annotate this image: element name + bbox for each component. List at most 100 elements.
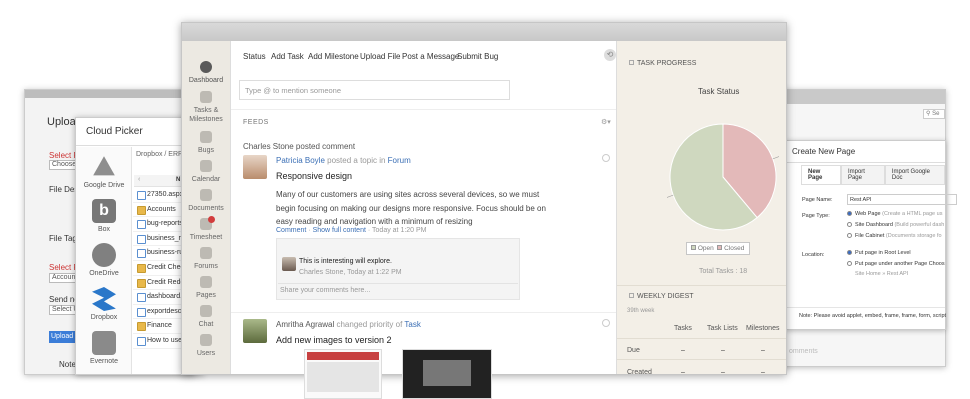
page-note: Note: Please avoid applet, embed, frame,… — [799, 313, 947, 319]
feed-header: Charles Stone posted comment — [243, 142, 356, 151]
nav-users[interactable]: Users — [182, 334, 230, 358]
legend-open-label: Open — [697, 245, 714, 252]
page-type-dashboard[interactable]: Site Dashboard (Build powerful dash — [847, 222, 944, 228]
radio-icon — [847, 222, 852, 228]
page-type-label: Page Type: — [802, 213, 830, 219]
post-author[interactable]: Amritha Agrawal — [276, 320, 334, 329]
nav-tasks-milestones[interactable]: Tasks & Milestones — [182, 91, 230, 124]
thumbnail-body — [307, 362, 379, 392]
page-name-input[interactable]: Rest API — [847, 194, 957, 205]
image-thumbnail[interactable] — [304, 349, 382, 399]
location-under-label: Put page under another Page Choos — [855, 261, 945, 267]
divider — [231, 312, 616, 313]
image-thumbnail[interactable] — [402, 349, 492, 399]
nav-calendar[interactable]: Calendar — [182, 160, 230, 184]
cloud-source-list: Google Drive b Box OneDrive Dropbox Evern… — [76, 147, 132, 374]
nav-pages[interactable]: Pages — [182, 276, 230, 300]
radio-icon — [847, 233, 852, 239]
tab-new-page[interactable]: New Page — [801, 165, 841, 185]
search-input[interactable]: ⚲ Se — [923, 109, 945, 119]
reply-author[interactable]: Charles Stone, — [299, 269, 345, 276]
dashboard-icon — [200, 61, 212, 73]
action-add-milestone[interactable]: Add Milestone — [308, 52, 359, 61]
settings-icon[interactable]: ⚙▾ — [601, 118, 611, 126]
cloud-picker-dialog: Cloud Picker Google Drive b Box OneDrive … — [75, 117, 195, 375]
weekly-digest-label: WEEKLY DIGEST — [637, 293, 694, 300]
post-author[interactable]: Patricia Boyle — [276, 156, 325, 165]
page-type-web[interactable]: Web Page (Create a HTML page us — [847, 211, 942, 217]
action-upload-file[interactable]: Upload File — [360, 52, 400, 61]
nav-label: Calendar — [191, 176, 221, 183]
nav-bugs[interactable]: Bugs — [182, 131, 230, 155]
location-label: Location: — [802, 252, 825, 258]
back-chevron-icon[interactable]: ‹ — [138, 176, 140, 183]
collapse-icon[interactable] — [629, 60, 634, 65]
divider — [617, 285, 786, 286]
legend-closed-label: Closed — [724, 245, 745, 252]
reply-meta: Charles Stone, Today at 1:22 PM — [299, 269, 402, 276]
avatar[interactable] — [243, 155, 267, 179]
divider — [617, 338, 786, 339]
post-title[interactable]: Add new images to version 2 — [276, 335, 392, 345]
nav-dashboard[interactable]: Dashboard — [182, 61, 230, 85]
action-add-task[interactable]: Add Task — [271, 52, 304, 61]
avatar[interactable] — [282, 257, 296, 271]
location-root-label: Put page in Root Level — [855, 250, 911, 256]
share-comment-input[interactable]: Share your comments here... — [280, 287, 370, 294]
create-new-page-dialog: Create New Page New Page Import Page Imp… — [786, 140, 957, 330]
page-type-file-cabinet[interactable]: File Cabinet (Documents storage fo — [847, 233, 942, 239]
source-evernote[interactable]: Evernote — [76, 331, 132, 365]
post-verb: posted a topic in — [327, 156, 386, 165]
radio-icon — [847, 250, 852, 256]
post-meta: Amritha Agrawal changed priority of Task — [276, 320, 421, 329]
comment-link[interactable]: Comment — [276, 227, 306, 234]
expand-icon[interactable] — [602, 319, 610, 327]
week-number: 39th week — [627, 308, 655, 314]
pie-leader-line — [772, 156, 779, 160]
nav-documents[interactable]: Documents — [182, 189, 230, 213]
google-drive-icon — [93, 156, 115, 176]
nav-timesheet[interactable]: Timesheet — [182, 216, 230, 242]
tasks-icon — [200, 91, 212, 103]
source-onedrive[interactable]: OneDrive — [76, 243, 132, 277]
reply-time: Today at 1:22 PM — [347, 269, 402, 276]
nav-chat[interactable]: Chat — [182, 305, 230, 329]
location-under-page[interactable]: Put page under another Page Choos — [847, 261, 945, 267]
post-location[interactable]: Task — [404, 320, 420, 329]
expand-icon[interactable] — [602, 154, 610, 162]
row-due-tasks: – — [681, 347, 685, 354]
post-body: Many of our customers are using sites ac… — [276, 188, 546, 229]
page-type-hint: (Build powerful dash — [894, 222, 945, 228]
weekly-digest-heading: WEEKLY DIGEST — [629, 293, 694, 300]
cloud-picker-title: Cloud Picker — [76, 118, 194, 146]
post-location[interactable]: Forum — [388, 156, 411, 165]
source-google-drive[interactable]: Google Drive — [76, 155, 132, 189]
nav-forums[interactable]: Forums — [182, 247, 230, 271]
avatar[interactable] — [243, 319, 267, 343]
right-panel: TASK PROGRESS Task Status 711 Open Close… — [617, 41, 786, 376]
post-title[interactable]: Responsive design — [276, 171, 352, 181]
location-root[interactable]: Put page in Root Level — [847, 250, 911, 256]
action-status[interactable]: Status — [243, 52, 266, 61]
calendar-icon — [200, 160, 212, 172]
total-tasks: Total Tasks : 18 — [699, 268, 748, 275]
source-box[interactable]: b Box — [76, 199, 132, 233]
feed-panel: Status Add Task Add Milestone Upload Fil… — [230, 41, 617, 399]
nav-label: Users — [196, 350, 216, 357]
mention-input[interactable]: Type @ to mention someone — [239, 80, 510, 100]
collapse-icon[interactable] — [629, 293, 634, 298]
history-icon[interactable]: ⟲ — [604, 49, 616, 61]
source-label: Box — [97, 226, 111, 233]
show-full-content-link[interactable]: Show full content — [313, 227, 366, 234]
box-icon: b — [92, 199, 116, 223]
tab-import-google-doc[interactable]: Import Google Doc — [884, 165, 945, 185]
source-dropbox[interactable]: Dropbox — [76, 287, 132, 321]
documents-icon — [200, 189, 212, 201]
action-submit-bug[interactable]: Submit Bug — [457, 52, 498, 61]
nav-label: Timesheet — [189, 234, 223, 241]
tab-import-page[interactable]: Import Page — [840, 165, 885, 185]
left-nav: Dashboard Tasks & Milestones Bugs Calend… — [182, 41, 230, 374]
action-post-message[interactable]: Post a Message — [402, 52, 459, 61]
window-titlebar — [781, 90, 945, 104]
radio-icon — [847, 211, 852, 217]
